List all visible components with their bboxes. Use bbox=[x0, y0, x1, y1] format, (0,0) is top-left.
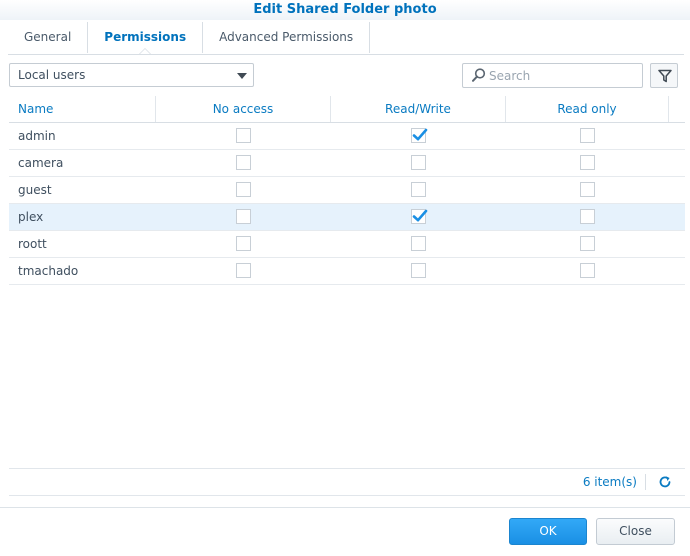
read-only-checkbox[interactable] bbox=[580, 236, 595, 251]
no-access-checkbox[interactable] bbox=[236, 128, 251, 143]
filter-icon bbox=[658, 69, 672, 83]
user-name: roott bbox=[18, 237, 47, 251]
read-write-checkbox[interactable] bbox=[411, 128, 428, 143]
no-access-checkbox[interactable] bbox=[236, 182, 251, 197]
no-access-checkbox[interactable] bbox=[236, 263, 251, 278]
read-write-checkbox[interactable] bbox=[411, 182, 426, 197]
pager-bar: 6 item(s) bbox=[9, 468, 685, 496]
user-name: guest bbox=[18, 183, 52, 197]
tab-advanced-permissions[interactable]: Advanced Permissions bbox=[203, 22, 371, 53]
read-write-checkbox[interactable] bbox=[411, 236, 426, 251]
search-box[interactable] bbox=[462, 63, 643, 88]
tab-permissions[interactable]: Permissions bbox=[88, 22, 204, 54]
no-access-checkbox[interactable] bbox=[236, 236, 251, 251]
user-type-value: Local users bbox=[18, 68, 86, 82]
item-count: 6 item(s) bbox=[582, 475, 637, 489]
tab-bar: General Permissions Advanced Permissions bbox=[8, 22, 684, 55]
read-only-checkbox[interactable] bbox=[580, 182, 595, 197]
chevron-down-icon bbox=[237, 73, 247, 79]
user-name: plex bbox=[18, 210, 44, 224]
checkmark-icon bbox=[412, 128, 428, 141]
read-only-checkbox[interactable] bbox=[580, 128, 595, 143]
permissions-grid: Name No access Read/Write Read only admi… bbox=[9, 96, 685, 285]
table-row[interactable]: camera bbox=[9, 150, 685, 177]
window-title: Edit Shared Folder photo bbox=[0, 0, 690, 20]
user-type-dropdown[interactable]: Local users bbox=[9, 63, 254, 87]
table-row[interactable]: plex bbox=[9, 204, 685, 231]
checkmark-icon bbox=[412, 209, 428, 222]
no-access-checkbox[interactable] bbox=[236, 209, 251, 224]
no-access-checkbox[interactable] bbox=[236, 155, 251, 170]
search-input[interactable] bbox=[489, 66, 637, 85]
tab-general[interactable]: General bbox=[8, 22, 89, 53]
read-write-checkbox[interactable] bbox=[411, 263, 426, 278]
close-button[interactable]: Close bbox=[596, 518, 675, 545]
column-header-no-access[interactable]: No access bbox=[156, 96, 331, 122]
read-only-checkbox[interactable] bbox=[580, 263, 595, 278]
column-header-read-write[interactable]: Read/Write bbox=[331, 96, 506, 122]
column-header-read-only[interactable]: Read only bbox=[506, 96, 669, 122]
user-name: camera bbox=[18, 156, 64, 170]
pager-divider bbox=[645, 474, 646, 490]
search-icon bbox=[472, 68, 486, 85]
table-row[interactable]: tmachado bbox=[9, 258, 685, 285]
user-name: tmachado bbox=[18, 264, 79, 278]
table-row[interactable]: roott bbox=[9, 231, 685, 258]
grid-header: Name No access Read/Write Read only bbox=[9, 96, 685, 123]
refresh-icon[interactable] bbox=[658, 475, 672, 492]
ok-button[interactable]: OK bbox=[509, 518, 587, 545]
table-row[interactable]: guest bbox=[9, 177, 685, 204]
read-write-checkbox[interactable] bbox=[411, 155, 426, 170]
filter-button[interactable] bbox=[650, 63, 678, 88]
table-row[interactable]: admin bbox=[9, 123, 685, 150]
column-header-spacer bbox=[669, 96, 685, 122]
read-write-checkbox[interactable] bbox=[411, 209, 428, 224]
read-only-checkbox[interactable] bbox=[580, 155, 595, 170]
user-name: admin bbox=[18, 129, 56, 143]
dialog-footer: OK Close bbox=[0, 507, 690, 556]
read-only-checkbox[interactable] bbox=[580, 209, 595, 224]
column-header-name[interactable]: Name bbox=[9, 96, 156, 122]
